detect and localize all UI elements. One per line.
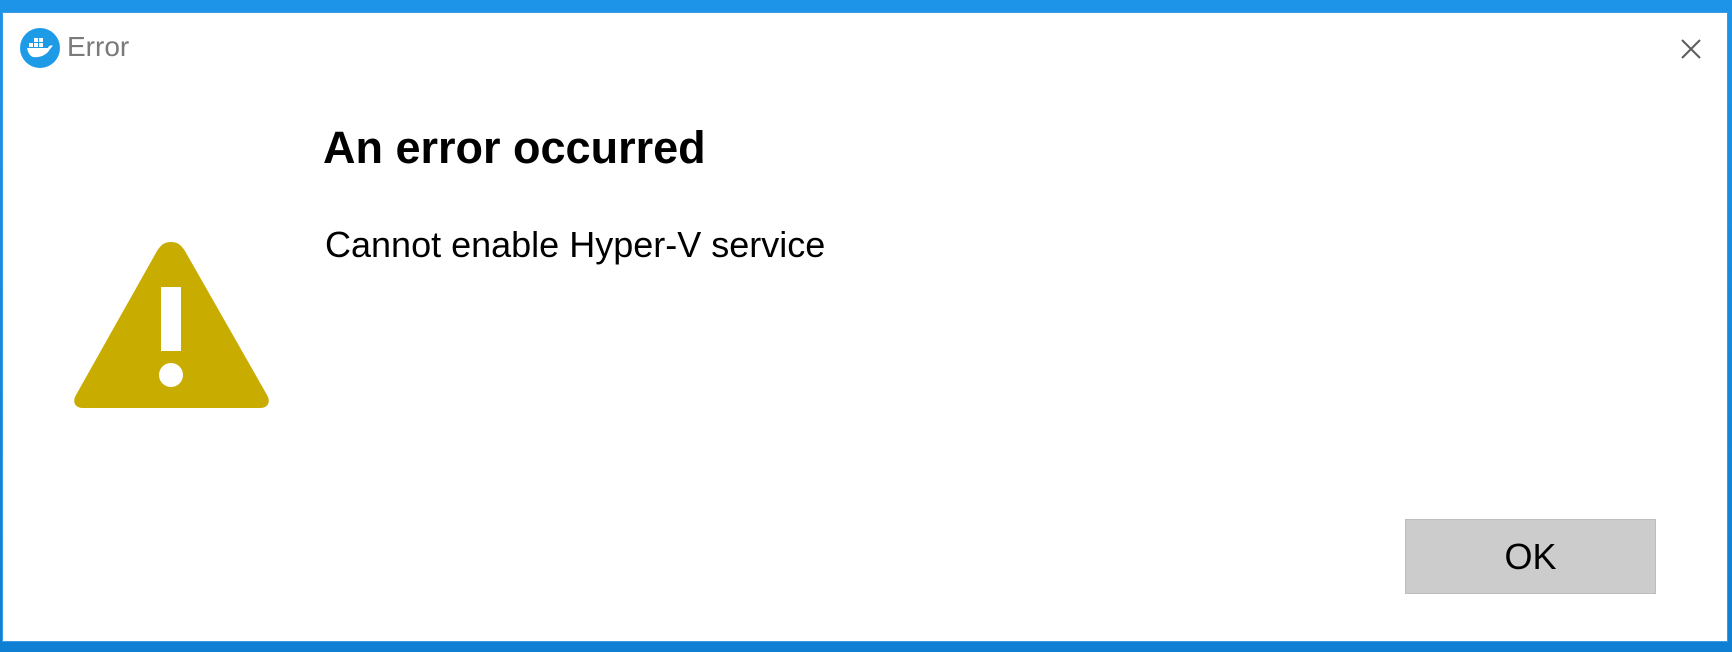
titlebar: Error: [3, 13, 1727, 83]
docker-whale-icon: [20, 28, 60, 68]
window-title: Error: [67, 31, 130, 62]
error-heading: An error occurred: [323, 122, 706, 173]
ok-button[interactable]: OK: [1405, 519, 1656, 594]
close-icon: [1681, 39, 1701, 59]
error-message: Cannot enable Hyper-V service: [325, 224, 826, 265]
warning-icon: [69, 232, 274, 417]
error-dialog: Error An error occurred Cannot enable Hy…: [2, 12, 1728, 642]
close-button[interactable]: [1673, 31, 1709, 67]
